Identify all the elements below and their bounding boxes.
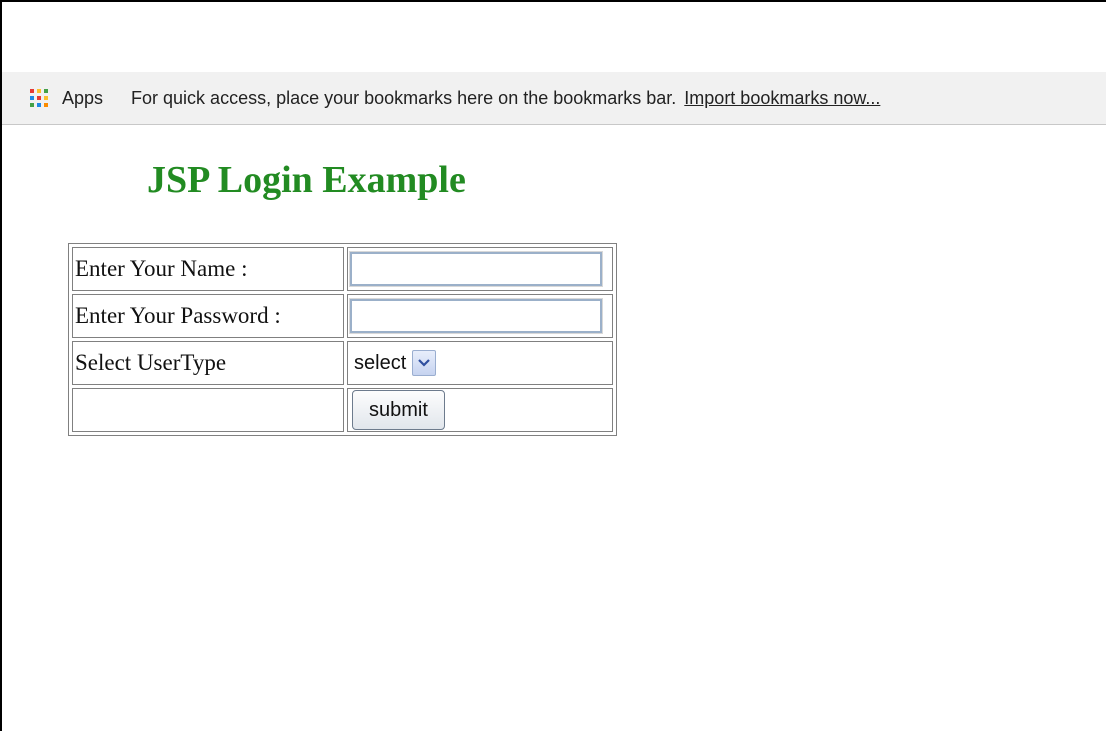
submit-cell: submit — [347, 388, 613, 432]
name-input[interactable] — [349, 251, 603, 287]
apps-grid-icon[interactable] — [30, 89, 48, 107]
password-field-cell — [347, 294, 613, 338]
password-row: Enter Your Password : — [72, 294, 613, 338]
chevron-down-icon[interactable] — [412, 350, 437, 376]
name-label: Enter Your Name : — [72, 247, 344, 291]
empty-cell — [72, 388, 344, 432]
bookmarks-bar: Apps For quick access, place your bookma… — [2, 72, 1106, 125]
name-row: Enter Your Name : — [72, 247, 613, 291]
apps-label[interactable]: Apps — [62, 88, 103, 109]
bookmarks-hint: For quick access, place your bookmarks h… — [131, 87, 677, 108]
usertype-select[interactable]: select — [352, 347, 437, 379]
usertype-selected-value: select — [354, 351, 407, 374]
password-input[interactable] — [349, 298, 603, 334]
usertype-row: Select UserType select — [72, 341, 613, 385]
usertype-field-cell: select — [347, 341, 613, 385]
page-title: JSP Login Example — [147, 159, 466, 201]
submit-row: submit — [72, 388, 613, 432]
browser-frame: Apps For quick access, place your bookma… — [0, 0, 1106, 731]
submit-button[interactable]: submit — [352, 390, 445, 430]
password-label: Enter Your Password : — [72, 294, 344, 338]
name-field-cell — [347, 247, 613, 291]
login-form-table: Enter Your Name : Enter Your Password : … — [68, 243, 617, 436]
import-bookmarks-link[interactable]: Import bookmarks now... — [684, 88, 880, 109]
usertype-label: Select UserType — [72, 341, 344, 385]
